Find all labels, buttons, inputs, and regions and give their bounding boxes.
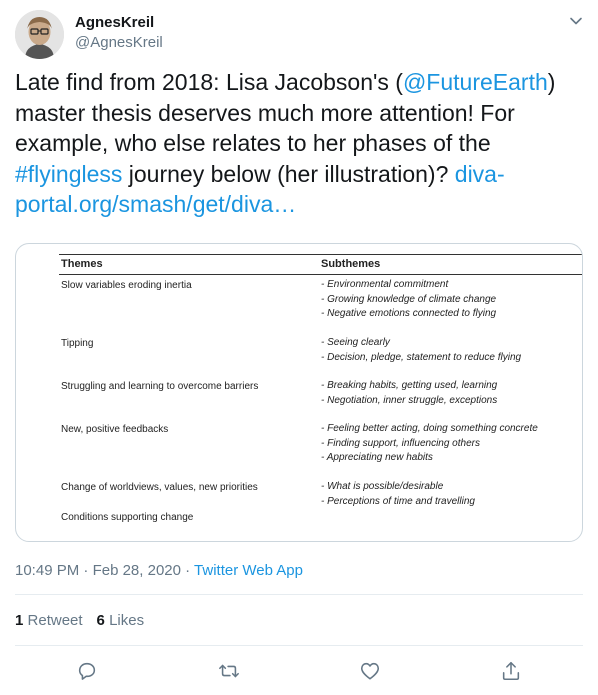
subtheme-item: - Perceptions of time and travelling (321, 495, 475, 507)
table-row-subthemes: - Feeling better acting, doing something… (321, 422, 538, 466)
tweet-timestamp: 10:49 PM · Feb 28, 2020 · Twitter Web Ap… (15, 562, 303, 579)
subtheme-item: - Feeling better acting, doing something… (321, 423, 538, 434)
table-row-theme: Slow variables eroding inertia (61, 280, 192, 291)
table-row-theme: Change of worldviews, values, new priori… (61, 482, 258, 493)
table-header-themes: Themes (61, 258, 103, 270)
table-row-theme: Struggling and learning to overcome barr… (61, 381, 259, 392)
likes-stat[interactable]: 6 Likes (97, 612, 145, 629)
tweet-source-app[interactable]: Twitter Web App (194, 562, 303, 579)
tweet-media-image[interactable]: Themes Subthemes Slow variables eroding … (15, 243, 583, 542)
display-name[interactable]: AgnesKreil (75, 14, 154, 31)
avatar-image (15, 10, 64, 59)
share-icon[interactable] (500, 660, 522, 682)
subtheme-item: - Growing knowledge of climate change (321, 293, 497, 305)
tweet-text: Late find from 2018: Lisa Jacobson's (@F… (15, 67, 585, 220)
subtheme-item: - What is possible/desirable (321, 481, 444, 492)
table-row-subthemes: - Breaking habits, getting used, learnin… (321, 379, 497, 408)
table-row-theme: Conditions supporting change (61, 512, 194, 523)
likes-count: 6 (96, 612, 105, 629)
divider (15, 645, 583, 646)
retweets-label: Retweet (27, 612, 83, 629)
table-row-subthemes: - Environmental commitment - Growing kno… (321, 278, 496, 322)
divider (15, 594, 583, 595)
table-row-subthemes: - What is possible/desirable - Perceptio… (321, 480, 475, 509)
subtheme-item: - Environmental commitment (321, 279, 449, 290)
retweets-stat[interactable]: 1 Retweet (15, 612, 83, 629)
tweet-text-part: journey below (her illustration)? (122, 160, 455, 187)
heart-icon[interactable] (359, 660, 381, 682)
hashtag-link[interactable]: #flyingless (15, 161, 122, 187)
subtheme-item: - Negotiation, inner struggle, exception… (321, 394, 498, 406)
subtheme-item: - Decision, pledge, statement to reduce … (321, 351, 522, 363)
table-row-theme: New, positive feedbacks (61, 424, 169, 435)
chevron-down-icon[interactable] (569, 14, 583, 28)
tweet-date[interactable]: Feb 28, 2020 (93, 562, 181, 579)
table-header-rule (59, 274, 582, 275)
subtheme-item: - Negative emotions connected to flying (321, 308, 497, 320)
subtheme-item: - Finding support, influencing others (321, 437, 480, 449)
meta-separator: · (180, 562, 195, 579)
reply-icon[interactable] (76, 660, 98, 682)
subtheme-item: - Breaking habits, getting used, learnin… (321, 380, 498, 391)
mention-link[interactable]: @FutureEarth (403, 69, 548, 95)
subtheme-item: - Appreciating new habits (321, 452, 433, 464)
avatar[interactable] (15, 10, 64, 59)
retweet-icon[interactable] (218, 660, 240, 682)
table-row-theme: Tipping (61, 338, 94, 349)
tweet-time[interactable]: 10:49 PM (15, 562, 79, 579)
subtheme-item: - Seeing clearly (321, 337, 390, 348)
likes-label: Likes (109, 612, 145, 629)
table-top-rule (59, 254, 582, 255)
table-header-subthemes: Subthemes (321, 258, 381, 270)
tweet-stats: 1 Retweet 6 Likes (15, 612, 158, 629)
meta-separator: · (79, 562, 93, 579)
table-row-subthemes: - Seeing clearly - Decision, pledge, sta… (321, 336, 521, 365)
retweets-count: 1 (15, 612, 24, 629)
user-handle[interactable]: @AgnesKreil (75, 34, 163, 51)
tweet-text-part: Late find from 2018: Lisa Jacobson's ( (15, 69, 403, 95)
